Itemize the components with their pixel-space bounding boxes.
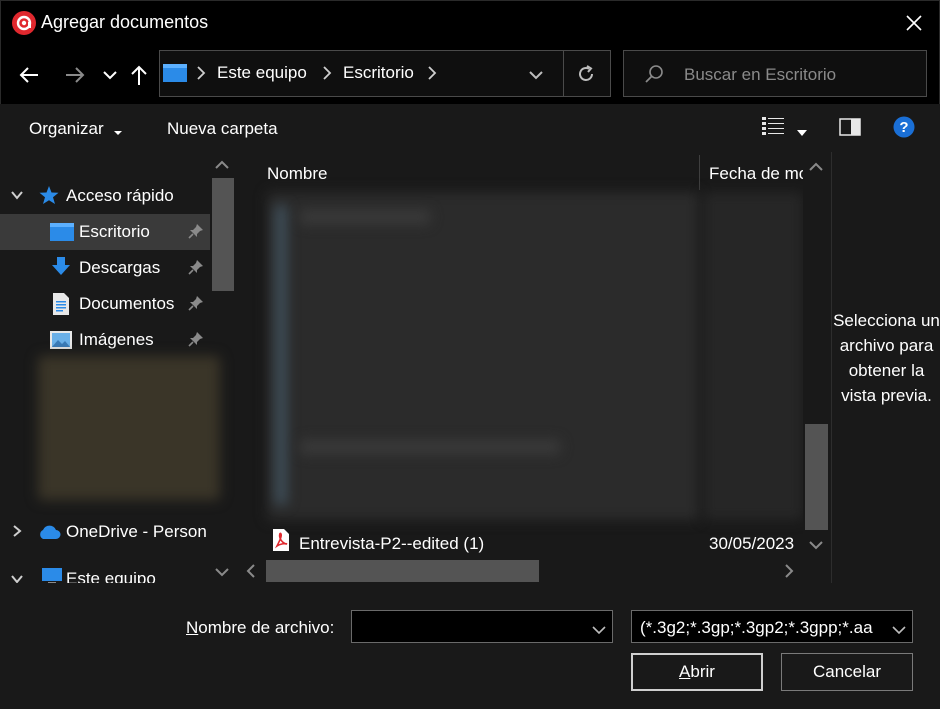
recent-locations-chevron-icon[interactable]: [97, 62, 123, 88]
column-header-date[interactable]: Fecha de mo: [709, 164, 803, 184]
nav-item-label: Escritorio: [79, 222, 150, 241]
nav-quick-access-label: Acceso rápido: [66, 186, 174, 205]
refresh-icon[interactable]: [575, 63, 597, 85]
expanded-chevron-icon[interactable]: [10, 188, 24, 202]
up-arrow-icon[interactable]: [126, 62, 152, 88]
nav-item-desktop[interactable]: Escritorio: [0, 214, 210, 250]
computer-icon: [42, 568, 64, 583]
desktop-icon: [163, 64, 187, 82]
cloud-icon: [37, 524, 61, 544]
download-icon: [50, 257, 72, 277]
scroll-up-icon[interactable]: [808, 160, 824, 174]
forward-arrow-icon[interactable]: [62, 62, 88, 88]
blurred-nav-items: [38, 356, 220, 500]
file-hscroll-thumb[interactable]: [266, 560, 539, 582]
blurred-file-rows: [267, 192, 699, 520]
nav-item-label: Documentos: [79, 294, 175, 313]
view-details-icon[interactable]: [762, 116, 784, 136]
cancel-button[interactable]: Cancelar: [781, 653, 913, 691]
preview-pane-icon[interactable]: [839, 118, 861, 136]
file-vscroll-thumb[interactable]: [805, 424, 828, 530]
pin-icon[interactable]: [188, 295, 204, 311]
pdf-icon: [271, 529, 291, 551]
expanded-chevron-icon[interactable]: [10, 572, 24, 583]
app-logo-icon: [12, 11, 36, 35]
search-icon: [643, 63, 665, 85]
pictures-icon: [50, 331, 72, 351]
pin-icon[interactable]: [188, 223, 204, 239]
file-name: Entrevista-P2--edited (1): [299, 534, 485, 553]
file-date: 30/05/2023: [709, 534, 795, 553]
nav-scroll-down-icon[interactable]: [214, 565, 230, 579]
filetype-select[interactable]: (*.3g2;*.3gp;*.3gp2;*.3gpp;*.aa: [631, 610, 913, 643]
breadcrumb-this-pc[interactable]: Este equipo: [217, 63, 307, 83]
blurred-file-name: [300, 210, 430, 224]
nav-item-documents[interactable]: Documentos: [0, 286, 210, 322]
pin-icon[interactable]: [188, 331, 204, 347]
organize-dropdown-icon[interactable]: [113, 124, 123, 135]
organize-button[interactable]: Organizar: [29, 119, 104, 139]
filename-dropdown-icon[interactable]: [592, 622, 606, 635]
breadcrumb-separator-icon: [427, 63, 437, 85]
breadcrumb-separator-icon: [196, 63, 206, 85]
help-icon[interactable]: ?: [893, 116, 915, 138]
open-button[interactable]: Abrir: [631, 653, 763, 691]
filetype-value: (*.3g2;*.3gp;*.3gp2;*.3gpp;*.aa: [640, 618, 873, 637]
view-options-dropdown-icon[interactable]: [796, 124, 808, 136]
breadcrumb-desktop[interactable]: Escritorio: [343, 63, 414, 83]
open-label: brir: [690, 662, 715, 681]
collapsed-chevron-icon[interactable]: [10, 524, 24, 538]
nav-scrollbar-thumb[interactable]: [212, 178, 234, 291]
desktop-icon: [50, 223, 74, 243]
scroll-down-icon[interactable]: [808, 538, 824, 552]
nav-this-pc-label: Este equipo: [66, 569, 156, 583]
filename-input[interactable]: [351, 610, 613, 643]
svg-text:?: ?: [899, 119, 908, 136]
blurred-file-name: [300, 440, 560, 454]
nav-onedrive-label: OneDrive - Person: [66, 522, 207, 541]
nav-onedrive[interactable]: OneDrive - Person: [0, 514, 210, 550]
breadcrumb-separator-icon: [322, 63, 332, 85]
window-title: Agregar documentos: [41, 12, 209, 32]
filename-label-text: ombre de archivo:: [198, 618, 335, 637]
blurred-file-icons: [275, 205, 287, 505]
open-accel: A: [679, 662, 691, 681]
pin-icon[interactable]: [188, 259, 204, 275]
blurred-file-dates: [703, 192, 803, 520]
star-icon: [38, 185, 60, 205]
title-bar: Agregar documentos: [0, 0, 940, 46]
back-arrow-icon[interactable]: [16, 62, 42, 88]
documents-icon: [51, 293, 73, 315]
search-placeholder: Buscar en Escritorio: [684, 65, 837, 84]
close-icon[interactable]: [900, 9, 928, 37]
filename-label-accel: N: [186, 618, 199, 637]
filename-label: Nombre de archivo:: [186, 618, 334, 638]
scroll-left-icon[interactable]: [244, 563, 258, 579]
nav-item-downloads[interactable]: Descargas: [0, 250, 210, 286]
nav-item-pictures[interactable]: Imágenes: [0, 322, 210, 358]
nav-item-label: Imágenes: [79, 330, 154, 349]
preview-message: Selecciona un archivo para obtener la vi…: [833, 311, 940, 405]
filetype-dropdown-icon[interactable]: [892, 622, 906, 635]
scroll-right-icon[interactable]: [782, 563, 796, 579]
file-row[interactable]: Entrevista-P2--edited (1) 30/05/2023: [267, 526, 803, 558]
address-dropdown-chevron-icon[interactable]: [528, 68, 544, 80]
nav-this-pc[interactable]: Este equipo: [0, 562, 210, 583]
column-header-name[interactable]: Nombre: [267, 164, 327, 184]
nav-quick-access[interactable]: Acceso rápido: [0, 178, 210, 214]
nav-item-label: Descargas: [79, 258, 161, 277]
column-divider[interactable]: [699, 155, 700, 190]
nav-scroll-up-icon[interactable]: [214, 158, 230, 172]
address-divider: [563, 50, 564, 97]
new-folder-button[interactable]: Nueva carpeta: [167, 119, 278, 139]
